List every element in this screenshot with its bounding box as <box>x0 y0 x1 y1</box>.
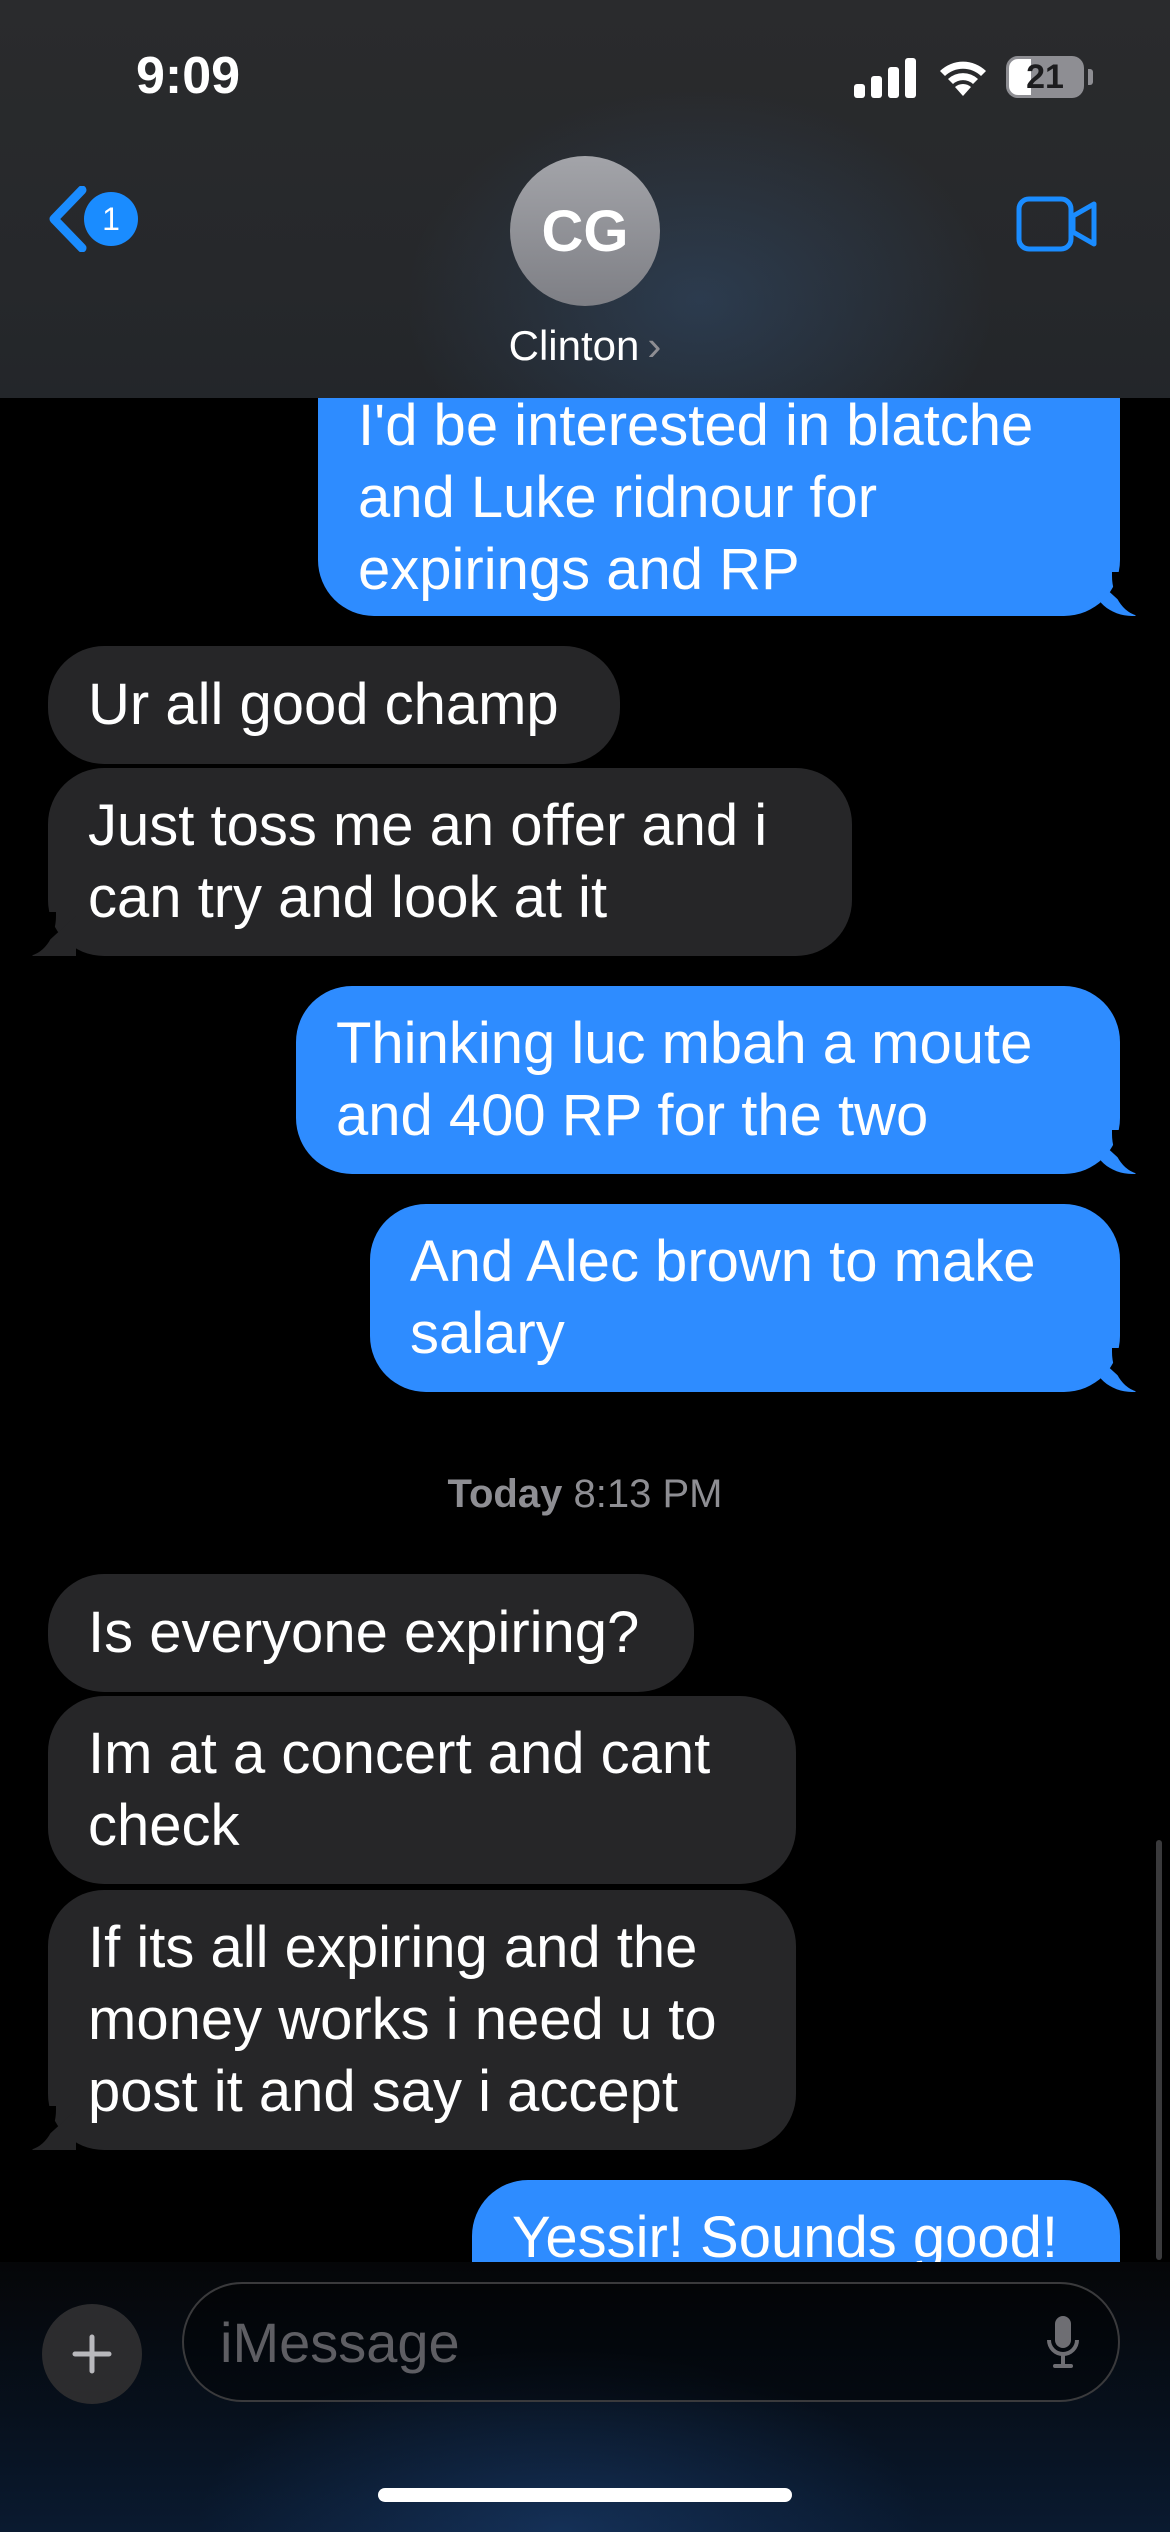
unread-badge: 1 <box>84 192 138 246</box>
plus-icon <box>72 2334 112 2374</box>
apps-button[interactable] <box>42 2304 142 2404</box>
message-text: And Alec brown to make salary <box>410 1229 1036 1366</box>
wifi-icon <box>940 61 986 96</box>
message-bubble-incoming[interactable]: Just toss me an offer and i can try and … <box>26 768 852 956</box>
message-text: Im at a concert and cant check <box>88 1721 711 1858</box>
contact-name: Clinton <box>508 322 640 369</box>
timestamp-time: 8:13 PM <box>573 1472 723 1516</box>
chevron-right-icon: › <box>647 322 662 369</box>
battery-cap <box>1088 69 1093 85</box>
message-bubble-incoming[interactable]: Ur all good champ <box>48 646 620 764</box>
message-text: I'd be interested in blatche and Luke ri… <box>358 393 1034 602</box>
video-camera-icon[interactable] <box>1016 196 1098 252</box>
message-input-placeholder: iMessage <box>220 2311 460 2374</box>
home-indicator[interactable] <box>378 2488 792 2502</box>
message-text: Thinking luc mbah a moute and 400 RP for… <box>336 1011 1033 1148</box>
battery-indicator: 21 <box>1006 56 1084 98</box>
timestamp: Today 8:13 PM <box>0 1472 1170 1517</box>
message-input[interactable]: iMessage <box>182 2282 1120 2402</box>
message-bubble-outgoing[interactable]: Thinking luc mbah a moute and 400 RP for… <box>296 986 1142 1174</box>
message-text: Ur all good champ <box>88 672 559 737</box>
conversation-header: 9:09 21 1 CG Clinton › <box>0 0 1170 398</box>
status-time: 9:09 <box>136 47 241 105</box>
battery-level: 21 <box>1026 57 1064 96</box>
message-bubble-incoming[interactable]: If its all expiring and the money works … <box>26 1890 796 2150</box>
message-bubble-outgoing[interactable]: And Alec brown to make salary <box>370 1204 1142 1392</box>
message-text: Just toss me an offer and i can try and … <box>88 793 768 930</box>
contact-name-button[interactable]: Clinton › <box>0 322 1170 370</box>
cellular-signal-icon <box>854 58 916 98</box>
message-bubble-incoming[interactable]: Is everyone expiring? <box>48 1574 694 1692</box>
message-text: If its all expiring and the money works … <box>88 1915 717 2124</box>
avatar[interactable]: CG <box>510 156 660 306</box>
message-bubble-incoming[interactable]: Im at a concert and cant check <box>48 1696 796 1884</box>
timestamp-day: Today <box>447 1472 563 1516</box>
microphone-icon[interactable] <box>1046 2314 1080 2370</box>
message-text: Is everyone expiring? <box>88 1600 640 1665</box>
scroll-indicator[interactable] <box>1156 1840 1162 2260</box>
back-button[interactable]: 1 <box>46 186 138 252</box>
